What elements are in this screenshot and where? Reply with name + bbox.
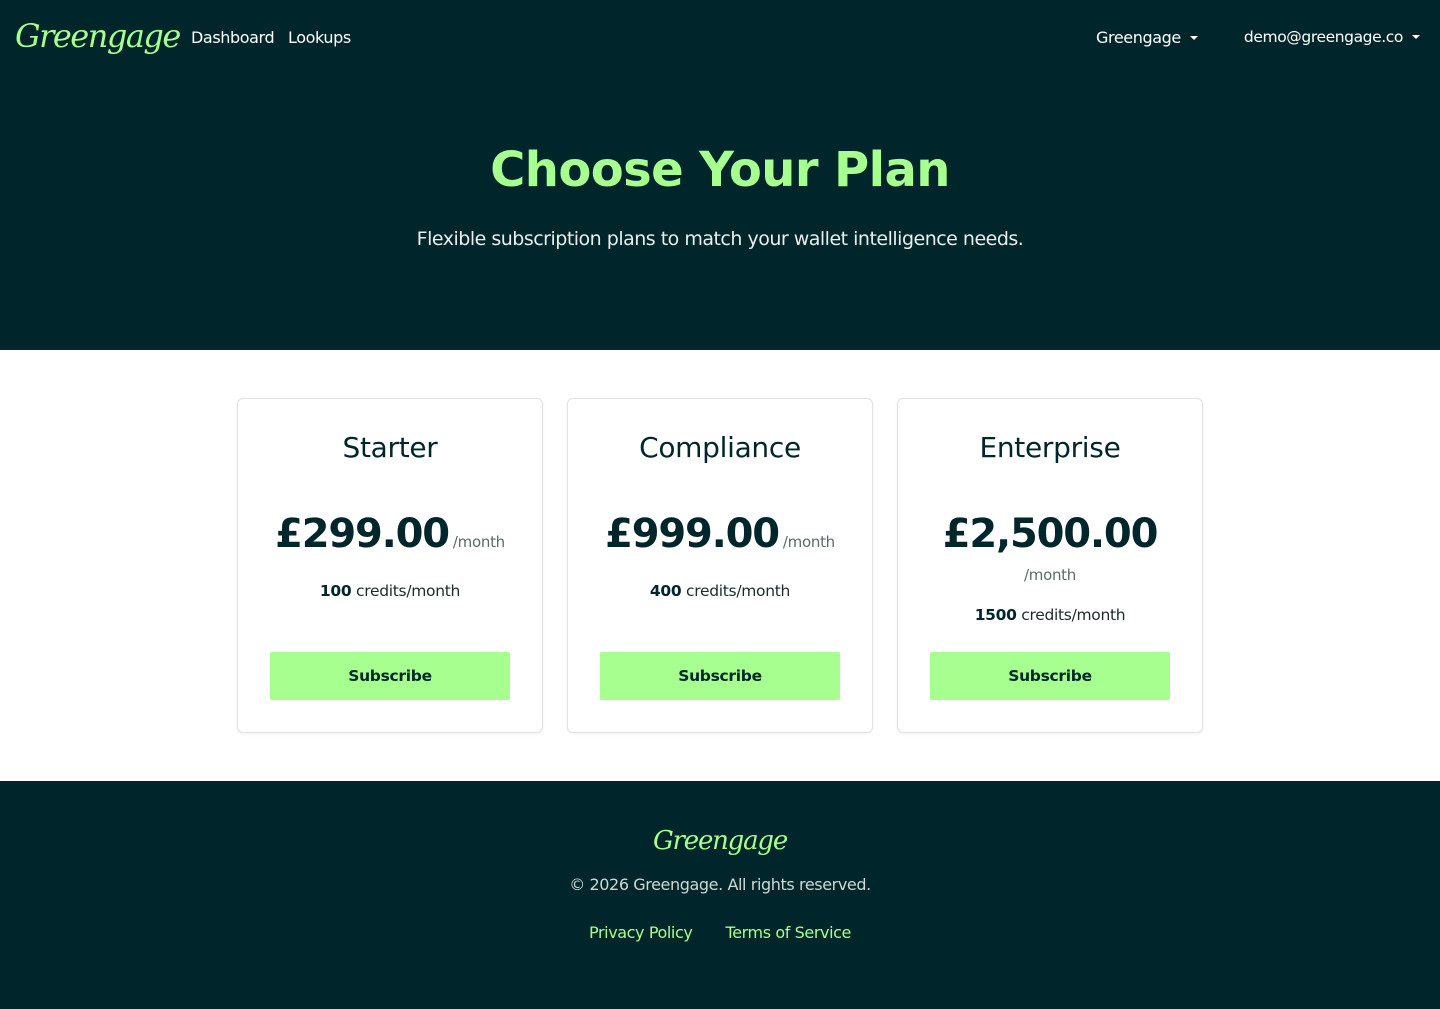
plan-card-compliance: Compliance £999.00/month 400 credits/mon… <box>567 398 873 733</box>
plan-name: Starter <box>342 431 438 464</box>
plan-price-row: £2,500.00 <box>898 509 1202 567</box>
privacy-policy-link[interactable]: Privacy Policy <box>589 923 693 942</box>
terms-of-service-link[interactable]: Terms of Service <box>726 923 852 942</box>
plan-name: Enterprise <box>979 431 1121 464</box>
plan-credits-suffix: credits/month <box>686 582 791 600</box>
plan-price: £2,500.00 <box>942 511 1159 557</box>
user-dropdown[interactable]: demo@greengage.co <box>1244 27 1420 47</box>
plan-price-row: £299.00/month <box>238 509 542 567</box>
plan-price-row: £999.00/month <box>568 509 872 567</box>
plan-period: /month <box>452 533 505 551</box>
plan-period: /month <box>1024 566 1076 584</box>
plan-period: /month <box>782 533 835 551</box>
plan-credits-amount: 1500 <box>974 606 1017 624</box>
nav-link-dashboard[interactable]: Dashboard <box>191 28 275 48</box>
org-dropdown-label: Greengage <box>1096 28 1181 47</box>
user-dropdown-label: demo@greengage.co <box>1243 28 1403 46</box>
page-footer: Greengage © 2026 Greengage. All rights r… <box>0 781 1440 1009</box>
caret-down-icon <box>1189 36 1198 40</box>
top-navbar: Greengage Dashboard Lookups Greengage de… <box>0 0 1440 76</box>
plan-credits: 100 credits/month <box>238 581 542 601</box>
plans-section: Starter £299.00/month 100 credits/month … <box>0 350 1440 781</box>
copyright-text: © 2026 Greengage. All rights reserved. <box>569 875 871 894</box>
plan-price: £999.00 <box>605 511 780 557</box>
page-subtitle: Flexible subscription plans to match you… <box>416 228 1024 250</box>
plan-name: Compliance <box>639 431 801 464</box>
plan-credits-suffix: credits/month <box>1021 606 1126 624</box>
brand-logo[interactable]: Greengage <box>15 16 181 56</box>
plan-price: £299.00 <box>275 511 450 557</box>
footer-logo: Greengage <box>652 826 788 856</box>
nav-link-lookups[interactable]: Lookups <box>288 28 351 48</box>
plan-credits-suffix: credits/month <box>356 582 461 600</box>
plan-credits-amount: 400 <box>649 582 682 600</box>
plan-credits-amount: 100 <box>319 582 352 600</box>
subscribe-button-compliance[interactable]: Subscribe <box>600 652 840 700</box>
plan-credits: 1500 credits/month <box>898 605 1202 625</box>
footer-links: Privacy Policy Terms of Service <box>0 923 1440 943</box>
subscribe-button-enterprise[interactable]: Subscribe <box>930 652 1170 700</box>
plan-credits: 400 credits/month <box>568 581 872 601</box>
org-dropdown[interactable]: Greengage <box>1096 28 1198 48</box>
page-title: Choose Your Plan <box>490 142 950 198</box>
plan-card-enterprise: Enterprise £2,500.00 /month 1500 credits… <box>897 398 1203 733</box>
caret-down-icon <box>1412 35 1420 39</box>
hero-section: Choose Your Plan Flexible subscription p… <box>0 76 1440 350</box>
plan-card-starter: Starter £299.00/month 100 credits/month … <box>237 398 543 733</box>
subscribe-button-starter[interactable]: Subscribe <box>270 652 510 700</box>
